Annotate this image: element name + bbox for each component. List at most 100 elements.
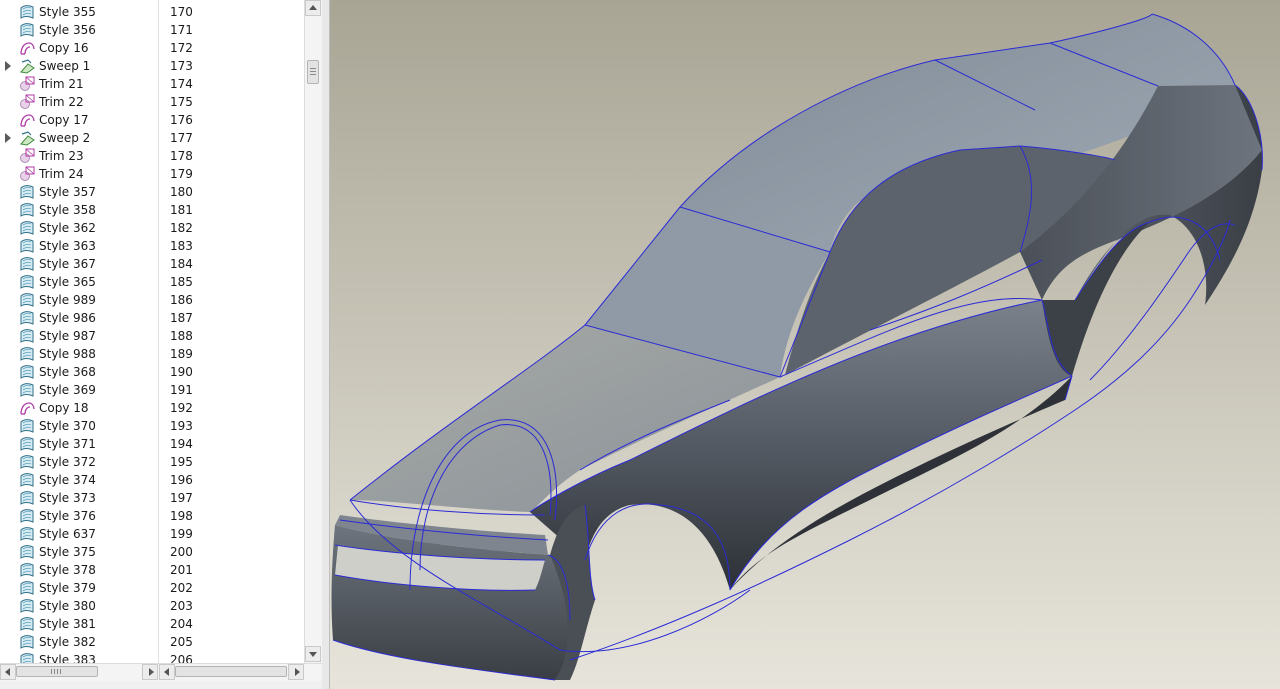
style-surface-icon — [19, 472, 36, 488]
vertical-scrollbar[interactable] — [304, 0, 322, 663]
copy-surface-icon — [19, 40, 36, 56]
tree-row[interactable]: Style 986 187 — [0, 309, 304, 327]
tree-row[interactable]: Style 371 194 — [0, 435, 304, 453]
feature-number: 202 — [170, 581, 193, 595]
scroll-down-button[interactable] — [305, 646, 321, 662]
feature-name: Style 380 — [39, 599, 96, 613]
tree-row[interactable]: Style 383 206 — [0, 651, 304, 663]
tree-row[interactable]: Style 357 180 — [0, 183, 304, 201]
tree-row[interactable]: Style 373 197 — [0, 489, 304, 507]
tree-row[interactable]: Style 356 171 — [0, 21, 304, 39]
style-surface-icon — [19, 256, 36, 272]
feature-number: 197 — [170, 491, 193, 505]
car-body-model[interactable] — [330, 0, 1280, 689]
feature-name: Sweep 1 — [39, 59, 91, 73]
graphics-viewport[interactable] — [330, 0, 1280, 689]
tree-row[interactable]: Style 379 202 — [0, 579, 304, 597]
arrow-down-icon — [309, 652, 317, 657]
arrow-right-icon — [295, 668, 300, 676]
tree-row[interactable]: Trim 24 179 — [0, 165, 304, 183]
tree-row[interactable]: Style 381 204 — [0, 615, 304, 633]
tree-row[interactable]: Style 375 200 — [0, 543, 304, 561]
feature-name: Style 376 — [39, 509, 96, 523]
feature-name: Style 986 — [39, 311, 96, 325]
feature-name: Style 988 — [39, 347, 96, 361]
feature-number: 189 — [170, 347, 193, 361]
tree-row[interactable]: Style 358 181 — [0, 201, 304, 219]
feature-name: Style 367 — [39, 257, 96, 271]
feature-number: 193 — [170, 419, 193, 433]
trim-icon — [19, 148, 36, 164]
tree-row[interactable]: Style 370 193 — [0, 417, 304, 435]
tree-row[interactable]: Style 368 190 — [0, 363, 304, 381]
feature-name: Style 372 — [39, 455, 96, 469]
tree-row[interactable]: Copy 16 172 — [0, 39, 304, 57]
feature-number: 174 — [170, 77, 193, 91]
style-surface-icon — [19, 292, 36, 308]
style-surface-icon — [19, 634, 36, 650]
tree-row[interactable]: Style 380 203 — [0, 597, 304, 615]
style-surface-icon — [19, 436, 36, 452]
feature-name: Trim 21 — [39, 77, 84, 91]
tree-row[interactable]: Style 372 195 — [0, 453, 304, 471]
number-scroll-right-button[interactable] — [288, 664, 304, 680]
tree-row[interactable]: Copy 17 176 — [0, 111, 304, 129]
tree-row[interactable]: Style 989 186 — [0, 291, 304, 309]
tree-row[interactable]: Style 382 205 — [0, 633, 304, 651]
name-scroll-left-button[interactable] — [0, 664, 16, 680]
tree-row[interactable]: Trim 21 174 — [0, 75, 304, 93]
name-scroll-right-button[interactable] — [142, 664, 158, 680]
feature-name: Style 378 — [39, 563, 96, 577]
feature-name: Style 381 — [39, 617, 96, 631]
feature-number: 204 — [170, 617, 193, 631]
expand-arrow-icon[interactable] — [5, 61, 11, 71]
feature-name: Copy 16 — [39, 41, 89, 55]
feature-name: Style 369 — [39, 383, 96, 397]
tree-row[interactable]: Style 374 196 — [0, 471, 304, 489]
tree-row[interactable]: Sweep 1 173 — [0, 57, 304, 75]
style-surface-icon — [19, 364, 36, 380]
tree-row[interactable]: Style 363 183 — [0, 237, 304, 255]
number-column-hscrollbar[interactable] — [159, 664, 304, 680]
tree-row[interactable]: Style 378 201 — [0, 561, 304, 579]
feature-name: Style 637 — [39, 527, 96, 541]
tree-row[interactable]: Style 988 189 — [0, 345, 304, 363]
trim-icon — [19, 166, 36, 182]
feature-name: Copy 18 — [39, 401, 89, 415]
tree-row[interactable]: Style 362 182 — [0, 219, 304, 237]
tree-row[interactable]: Style 637 199 — [0, 525, 304, 543]
panel-splitter[interactable] — [322, 0, 330, 689]
tree-row[interactable]: Trim 22 175 — [0, 93, 304, 111]
tree-row[interactable]: Style 987 188 — [0, 327, 304, 345]
model-tree-panel: Style 355 170 Style 356 171 Copy 16 172 Sweep … — [0, 0, 323, 689]
feature-number: 191 — [170, 383, 193, 397]
feature-number: 198 — [170, 509, 193, 523]
tree-row[interactable]: Style 365 185 — [0, 273, 304, 291]
arrow-left-icon — [5, 668, 10, 676]
tree-row[interactable]: Copy 18 192 — [0, 399, 304, 417]
tree-row[interactable]: Style 355 170 — [0, 3, 304, 21]
style-surface-icon — [19, 526, 36, 542]
feature-name: Sweep 2 — [39, 131, 91, 145]
sweep-icon — [19, 58, 36, 74]
scroll-up-button[interactable] — [305, 0, 321, 16]
number-scroll-left-button[interactable] — [159, 664, 175, 680]
expand-arrow-icon[interactable] — [5, 133, 11, 143]
feature-name: Style 375 — [39, 545, 96, 559]
style-surface-icon — [19, 544, 36, 560]
sweep-icon — [19, 130, 36, 146]
name-column-hscrollbar[interactable] — [0, 664, 158, 680]
tree-row[interactable]: Style 376 198 — [0, 507, 304, 525]
tree-row[interactable]: Style 367 184 — [0, 255, 304, 273]
feature-name: Style 363 — [39, 239, 96, 253]
name-column-hscroll-thumb[interactable] — [16, 666, 98, 677]
style-surface-icon — [19, 382, 36, 398]
feature-number: 185 — [170, 275, 193, 289]
tree-row[interactable]: Style 369 191 — [0, 381, 304, 399]
tree-row[interactable]: Trim 23 178 — [0, 147, 304, 165]
number-column-hscroll-thumb[interactable] — [175, 666, 287, 677]
vertical-scroll-thumb[interactable] — [307, 60, 319, 84]
feature-number: 186 — [170, 293, 193, 307]
style-surface-icon — [19, 490, 36, 506]
tree-row[interactable]: Sweep 2 177 — [0, 129, 304, 147]
